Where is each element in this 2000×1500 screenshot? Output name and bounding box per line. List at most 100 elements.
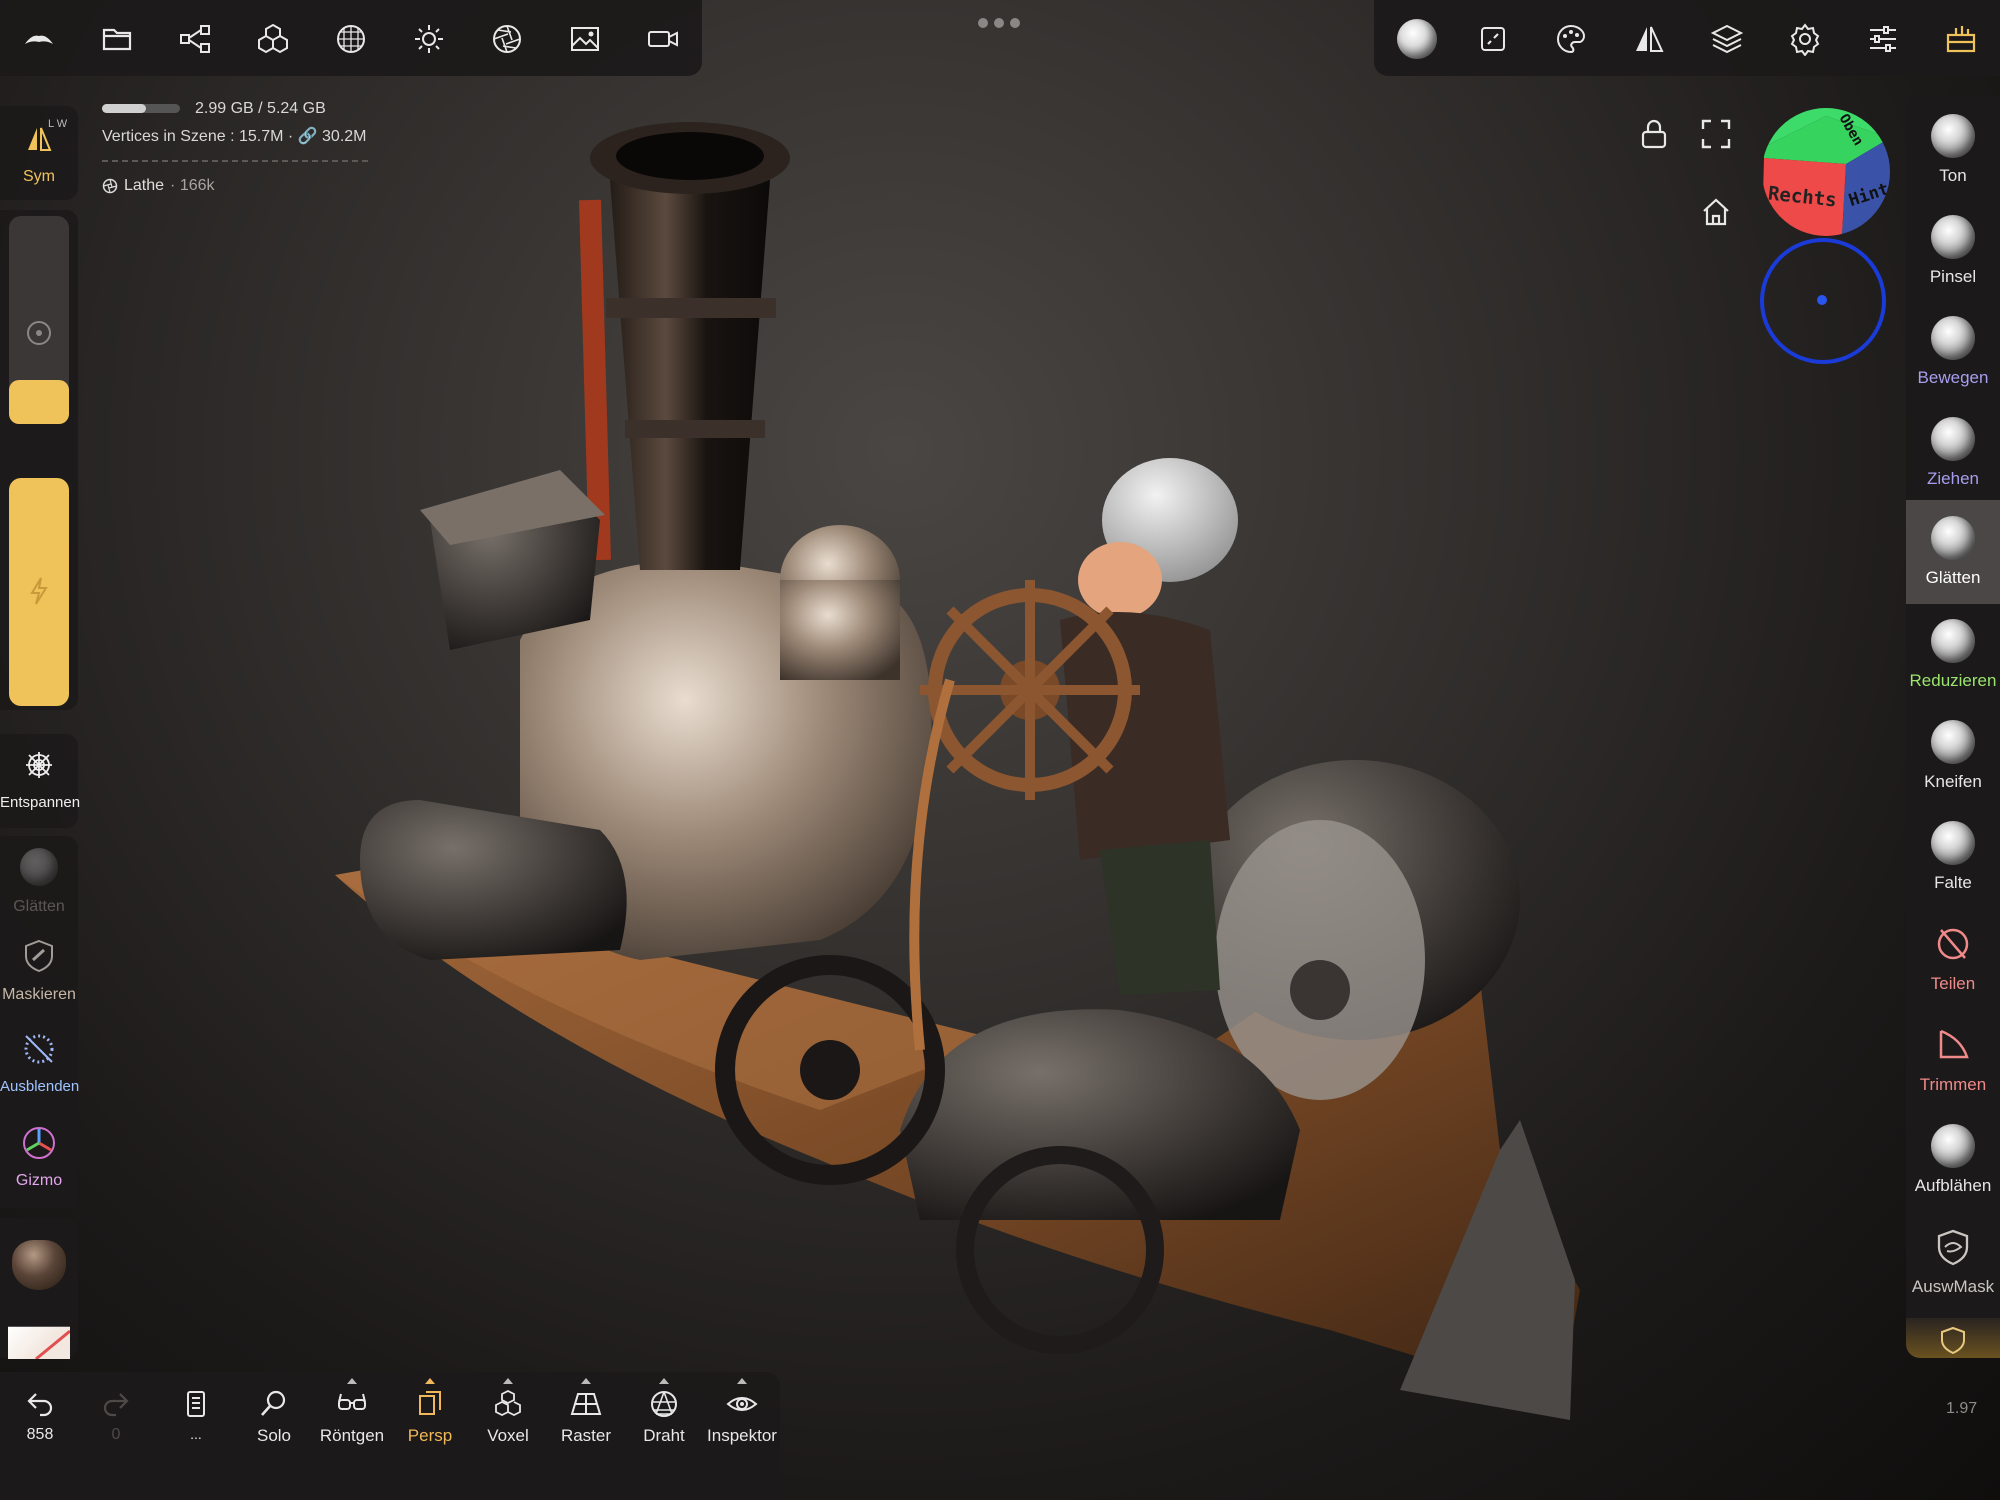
hide-tool-button[interactable]: Ausblenden	[0, 1022, 79, 1116]
toolbox-icon[interactable]	[1936, 14, 1986, 64]
tool-crease[interactable]: Falte	[1906, 809, 2000, 905]
move-sphere-icon	[1931, 316, 1975, 360]
folder-icon[interactable]	[92, 14, 142, 64]
material-preview[interactable]	[12, 1240, 66, 1290]
xray-button[interactable]: Röntgen	[314, 1378, 390, 1464]
tool-group-panel: Glätten Maskieren Ausblenden Gizmo	[0, 836, 79, 1208]
smooth-tool-button[interactable]: Glätten	[0, 836, 78, 928]
inflate-sphere-icon	[1931, 1124, 1975, 1168]
xray-glasses-icon	[338, 1393, 366, 1410]
relax-label: Entspannen	[0, 794, 81, 811]
solo-button[interactable]: Solo	[236, 1384, 312, 1464]
lasso-shield-icon	[1937, 1229, 1969, 1266]
gizmo-label: Gizmo	[15, 1172, 63, 1189]
voxel-button[interactable]: Voxel	[470, 1378, 546, 1464]
sliders-icon[interactable]	[1858, 14, 1908, 64]
smooth-sphere-icon	[1931, 516, 1975, 560]
wireframe-button[interactable]: Draht	[626, 1378, 702, 1464]
tool-flatten[interactable]: Reduzieren	[1906, 607, 2000, 703]
aperture-icon	[102, 178, 118, 194]
tool-brush[interactable]: Pinsel	[1906, 203, 2000, 299]
nomad-logo-icon[interactable]	[14, 14, 64, 64]
trim-icon	[1939, 1029, 1969, 1059]
mask-shield-icon	[1941, 1326, 1965, 1354]
mask-tool-button[interactable]: Maskieren	[0, 928, 78, 1022]
gizmo-tool-button[interactable]: Gizmo	[0, 1116, 78, 1208]
tool-label: Pinsel	[1929, 267, 1977, 286]
top-toolbar-right	[1374, 0, 2000, 76]
tool-move[interactable]: Bewegen	[1906, 304, 2000, 400]
redo-button[interactable]: 0	[78, 1384, 154, 1464]
vertex-count: Vertices in Szene : 15.7M · 🔗 30.2M	[102, 128, 367, 145]
perspective-button[interactable]: Persp	[392, 1378, 468, 1464]
video-camera-icon[interactable]	[638, 14, 688, 64]
tool-inflate[interactable]: Aufblähen	[1906, 1112, 2000, 1208]
lock-icon[interactable]	[1638, 118, 1670, 150]
grid-button[interactable]: Raster	[548, 1378, 624, 1464]
stroke-icon[interactable]	[1468, 14, 1518, 64]
tool-select-mask[interactable]: AuswMask	[1906, 1213, 2000, 1309]
brush-sphere-icon	[1931, 215, 1975, 259]
more-dots-icon[interactable]	[978, 18, 1020, 28]
brush-sphere-icon[interactable]	[1392, 14, 1442, 64]
cubes-icon[interactable]	[248, 14, 298, 64]
sun-icon[interactable]	[404, 14, 454, 64]
mask-shield-icon	[25, 939, 53, 973]
radius-slider[interactable]	[9, 216, 69, 424]
tool-drag[interactable]: Ziehen	[1906, 405, 2000, 501]
pinch-sphere-icon	[1931, 720, 1975, 764]
tool-label: Kneifen	[1924, 772, 1982, 791]
radius-target-icon	[27, 321, 51, 345]
mesh-sphere-icon[interactable]	[326, 14, 376, 64]
home-icon[interactable]	[1700, 196, 1732, 228]
tool-smooth[interactable]: Glätten	[1906, 500, 2000, 604]
aperture-icon[interactable]	[482, 14, 532, 64]
redo-count: 0	[111, 1426, 121, 1443]
flatten-sphere-icon	[1931, 619, 1975, 663]
relax-button[interactable]: Entspannen	[0, 734, 81, 828]
mask-label: Maskieren	[2, 986, 76, 1003]
palette-icon[interactable]	[1546, 14, 1596, 64]
symmetry-icon[interactable]	[1624, 14, 1674, 64]
selected-object[interactable]: Lathe · 166k	[102, 177, 215, 195]
undo-icon	[27, 1393, 53, 1417]
tool-label: Aufblähen	[1914, 1176, 1992, 1195]
gizmo-icon	[23, 1127, 55, 1159]
sym-label: Sym	[23, 168, 55, 185]
tool-mask-partial[interactable]	[1906, 1318, 2000, 1358]
inspector-button[interactable]: Inspektor	[704, 1378, 780, 1464]
search-icon	[261, 1390, 286, 1416]
document-button[interactable]: ...	[158, 1384, 234, 1464]
undo-button[interactable]: 858	[2, 1384, 78, 1464]
tool-label: Glätten	[1925, 568, 1981, 587]
material-panel	[0, 1218, 78, 1361]
smooth-label: Glätten	[13, 898, 65, 915]
image-icon[interactable]	[560, 14, 610, 64]
voxel-label: Voxel	[487, 1426, 529, 1445]
tool-clay[interactable]: Ton	[1906, 102, 2000, 198]
object-count: · 166k	[170, 177, 215, 194]
grid-label: Raster	[560, 1426, 612, 1445]
tool-pinch[interactable]: Kneifen	[1906, 708, 2000, 804]
tool-label: Trimmen	[1919, 1075, 1987, 1094]
steamboat-model	[335, 122, 1580, 1420]
share-nodes-icon[interactable]	[170, 14, 220, 64]
document-icon	[187, 1391, 205, 1417]
color-swatch[interactable]	[8, 1326, 71, 1361]
radius-fill	[9, 380, 69, 424]
layers-icon[interactable]	[1702, 14, 1752, 64]
navigation-dot[interactable]	[1817, 295, 1827, 305]
hide-dotted-icon	[24, 1034, 54, 1064]
web-icon	[26, 752, 52, 778]
intensity-slider[interactable]	[9, 478, 69, 706]
split-icon	[1937, 928, 1969, 960]
tool-trim[interactable]: Trimmen	[1906, 1011, 2000, 1107]
zoom-value: 1.97	[1946, 1400, 1978, 1417]
tool-split[interactable]: Teilen	[1906, 910, 2000, 1006]
fullscreen-icon[interactable]	[1700, 118, 1732, 150]
tool-label: Falte	[1934, 873, 1972, 892]
perspective-icon	[419, 1391, 441, 1415]
sym-button[interactable]: L W Sym	[0, 106, 78, 200]
view-cube[interactable]: Rechts Hinten Oben	[1762, 108, 1890, 236]
settings-gear-icon[interactable]	[1780, 14, 1830, 64]
